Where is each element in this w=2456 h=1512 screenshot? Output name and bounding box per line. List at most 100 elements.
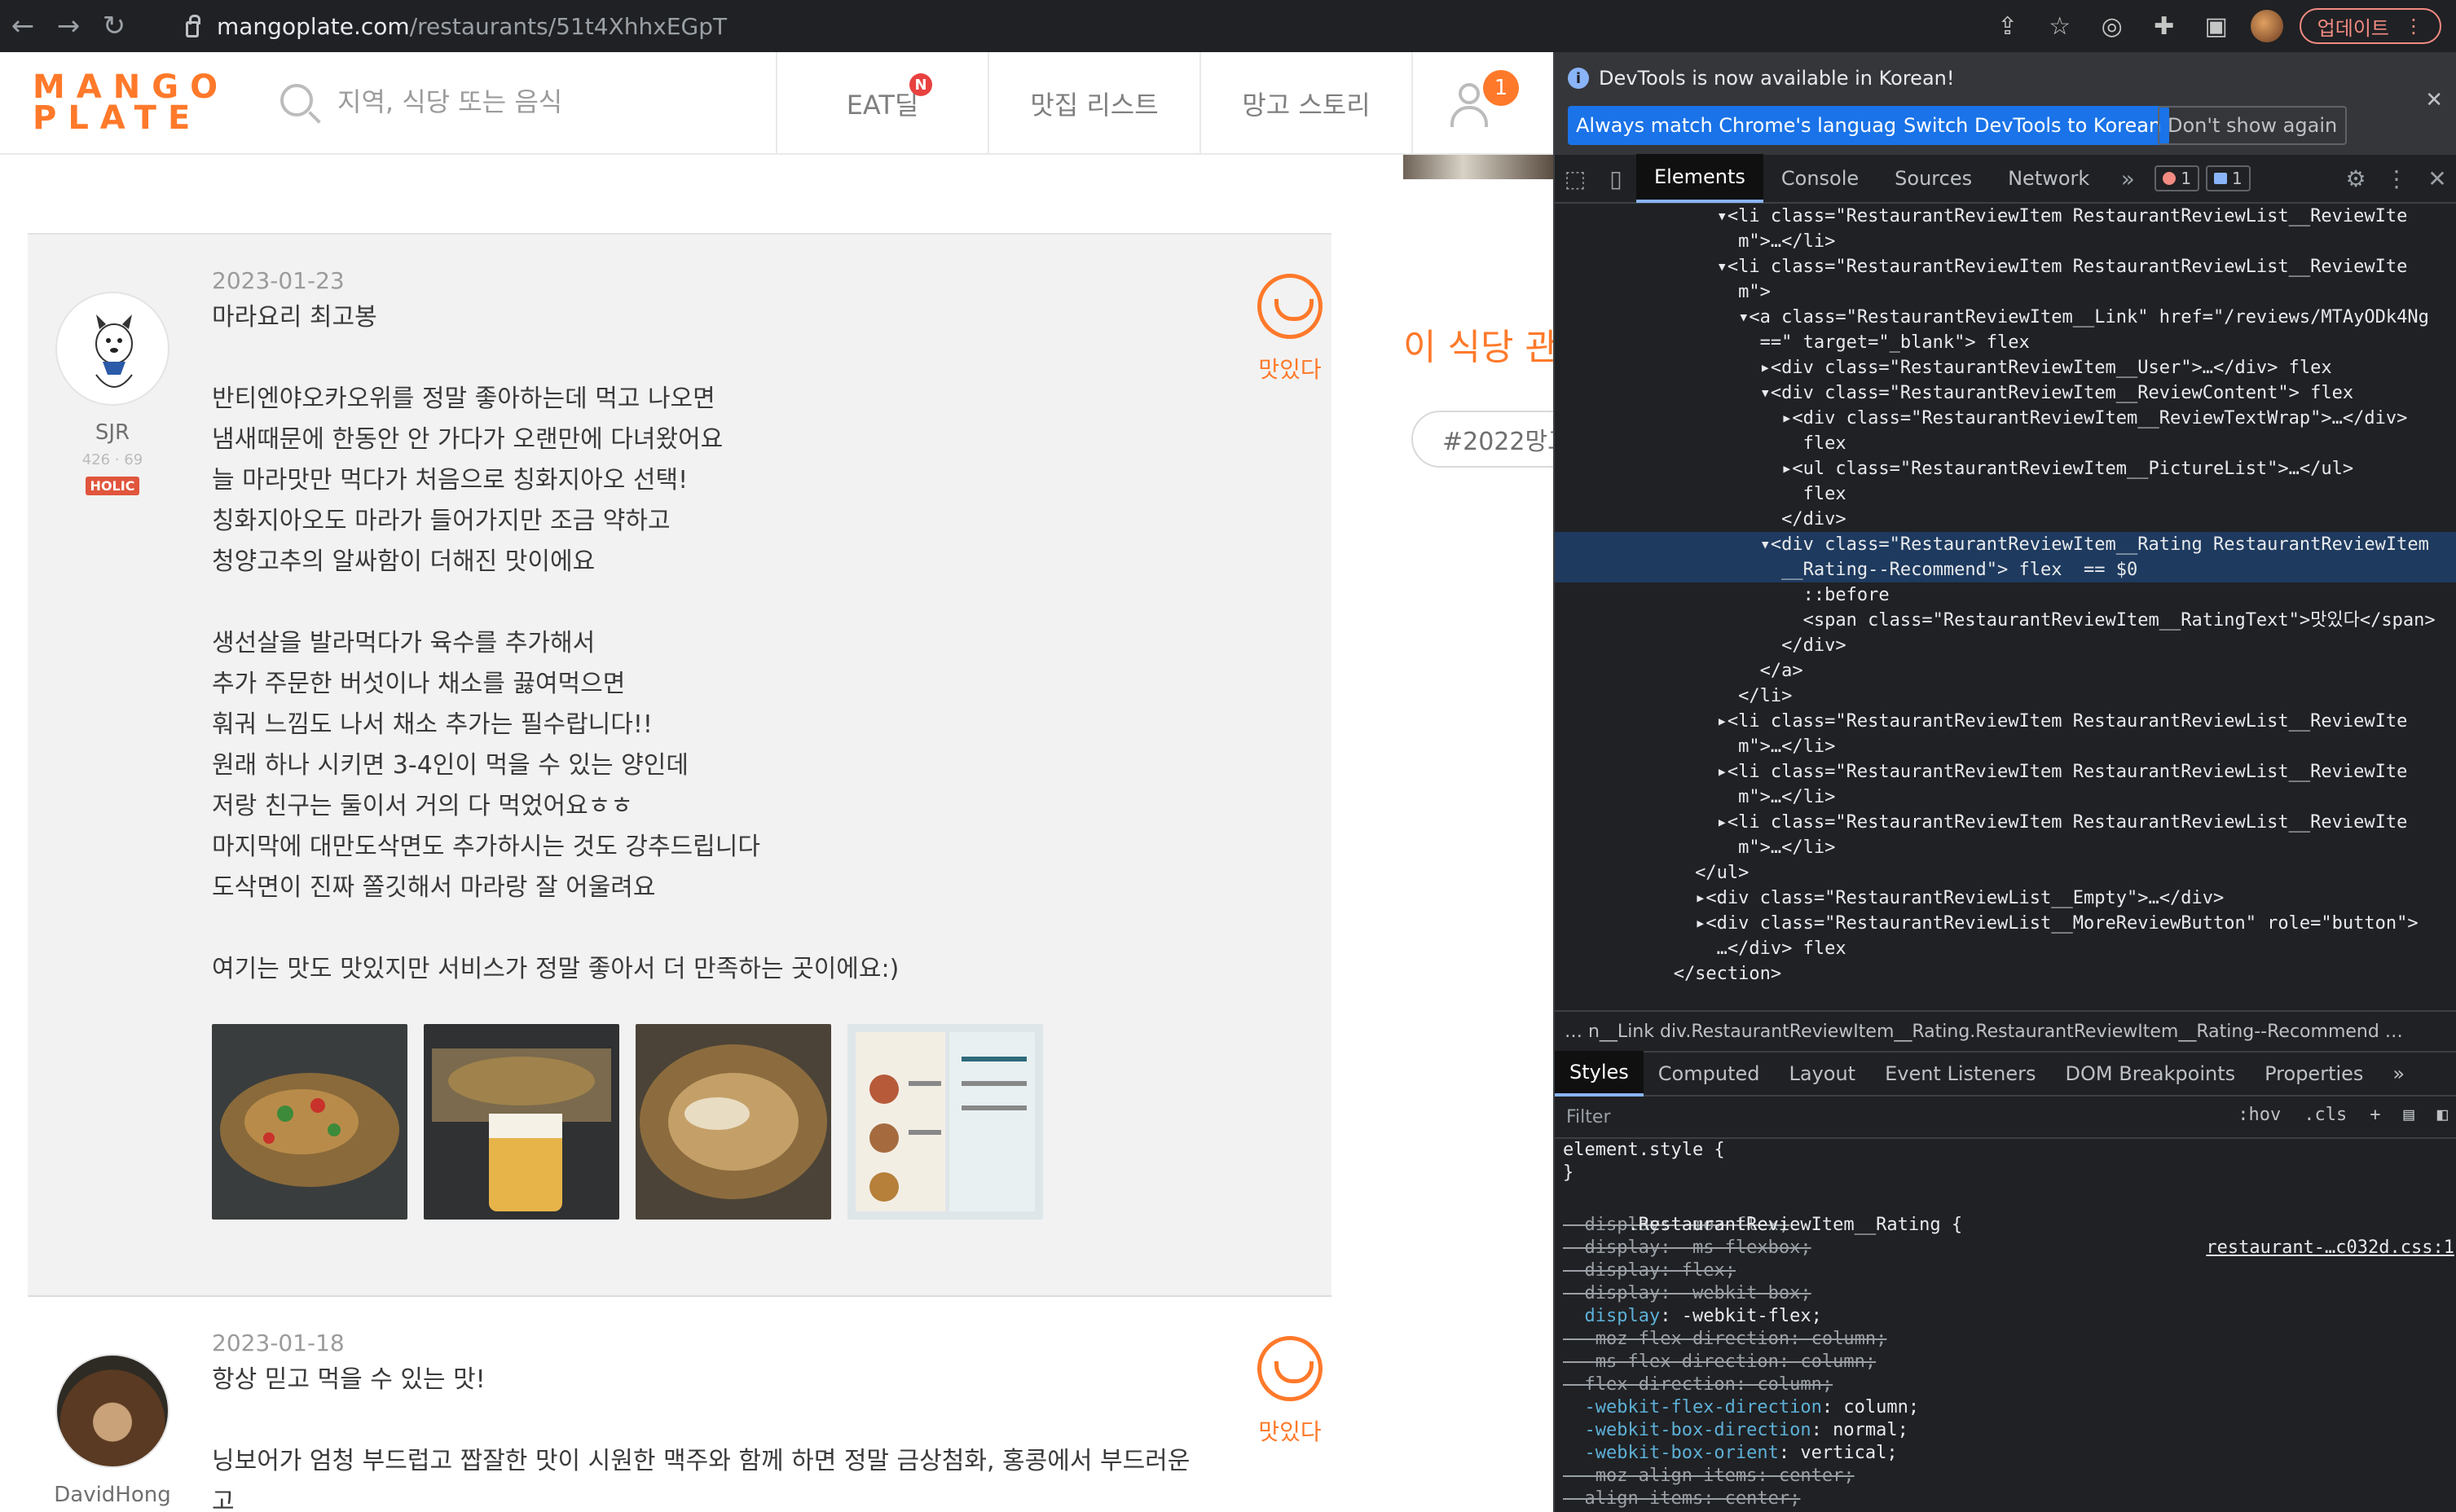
review-item[interactable]: DavidHong 2023-01-18 항상 믿고 먹을 수 있는 맛! 닝보…: [28, 1297, 1331, 1512]
close-devtools-icon[interactable]: ✕: [2417, 154, 2456, 203]
side-panel-icon[interactable]: ▣: [2199, 8, 2234, 44]
dom-node-line[interactable]: ▾<div class="RestaurantReviewItem__Ratin…: [1555, 532, 2456, 557]
css-declaration[interactable]: -webkit-flex-direction: column;: [1563, 1396, 2456, 1419]
mangoplate-logo[interactable]: MANGO PLATE: [33, 71, 218, 137]
share-icon[interactable]: ⇪: [1990, 8, 2026, 44]
hashtag-chip[interactable]: #2022망고: [1411, 411, 1553, 468]
review-photo[interactable]: [212, 1024, 407, 1220]
dom-node-line[interactable]: …</div> flex: [1555, 936, 2456, 961]
css-declaration[interactable]: flex-direction: column;: [1563, 1374, 2456, 1396]
dom-node-line[interactable]: m">: [1555, 279, 2456, 305]
dom-node-line[interactable]: m">…</li>: [1555, 229, 2456, 254]
extension-icon[interactable]: ◎: [2094, 8, 2130, 44]
more-subtabs-icon[interactable]: »: [2378, 1051, 2419, 1097]
cls-toggle[interactable]: .cls: [2304, 1105, 2347, 1125]
match-language-button[interactable]: Always match Chrome's language: [1568, 106, 1917, 145]
dom-node-line[interactable]: ▸<li class="RestaurantReviewItem Restaur…: [1555, 709, 2456, 734]
address-bar[interactable]: mangoplate.com/restaurants/51t4XhhxEGpT: [171, 7, 2110, 46]
rule-selector[interactable]: .RestaurantReviewItem__Rating {: [1627, 1215, 1962, 1235]
subtab-dom-breakpoints[interactable]: DOM Breakpoints: [2051, 1051, 2251, 1097]
dom-node-line[interactable]: ▸<div class="RestaurantReviewItem__Revie…: [1555, 406, 2456, 431]
dom-node-line[interactable]: ▸<div class="RestaurantReviewItem__User"…: [1555, 355, 2456, 380]
error-count-badge[interactable]: 1: [2155, 165, 2200, 191]
dom-node-line[interactable]: </ul>: [1555, 860, 2456, 886]
puzzle-icon[interactable]: ✚: [2146, 8, 2182, 44]
close-icon[interactable]: ✕: [2425, 88, 2443, 112]
subtab-styles[interactable]: Styles: [1555, 1051, 1644, 1097]
nav-mango-story[interactable]: 망고 스토리: [1199, 52, 1411, 155]
dom-node-line[interactable]: </a>: [1555, 658, 2456, 683]
dom-node-line[interactable]: ▸<li class="RestaurantReviewItem Restaur…: [1555, 759, 2456, 785]
dom-node-line[interactable]: m">…</li>: [1555, 734, 2456, 759]
review-item[interactable]: SJR 426 · 69 HOLIC 2023-01-23 마라요리 최고봉 반…: [28, 233, 1331, 1297]
dom-node-line[interactable]: </section>: [1555, 961, 2456, 987]
nav-restaurant-list[interactable]: 맛집 리스트: [988, 52, 1199, 155]
css-declaration[interactable]: -moz-align-items: center;: [1563, 1465, 2456, 1488]
inspect-icon[interactable]: ⬚: [1555, 154, 1596, 203]
dom-node-line[interactable]: m">…</li>: [1555, 835, 2456, 860]
toggle-sidebar-icon[interactable]: ◧: [2437, 1105, 2448, 1125]
switch-korean-button[interactable]: Switch DevTools to Korean: [1895, 106, 2170, 145]
dom-node-line[interactable]: __Rating--Recommend"> flex == $0: [1555, 557, 2456, 582]
dom-node-line[interactable]: flex: [1555, 431, 2456, 456]
add-rule-icon[interactable]: +: [2370, 1105, 2380, 1125]
dom-node-line[interactable]: </div>: [1555, 507, 2456, 532]
message-count-badge[interactable]: 1: [2206, 165, 2251, 191]
element-style-selector[interactable]: element.style {: [1563, 1139, 2456, 1162]
hov-toggle[interactable]: :hov: [2238, 1105, 2281, 1125]
profile-avatar[interactable]: [2250, 10, 2283, 42]
dom-node-line[interactable]: m">…</li>: [1555, 785, 2456, 810]
css-declaration[interactable]: display: flex;: [1563, 1259, 2456, 1282]
dom-node-line[interactable]: ▸<ul class="RestaurantReviewItem__Pictur…: [1555, 456, 2456, 481]
css-declaration[interactable]: display: -webkit-box;: [1563, 1282, 2456, 1305]
rule-source-link[interactable]: restaurant-…c032d.css:1: [2206, 1237, 2454, 1259]
css-declaration[interactable]: -webkit-box-direction: normal;: [1563, 1419, 2456, 1442]
forward-arrow-icon[interactable]: →: [46, 3, 91, 49]
search-box[interactable]: 지역, 식당 또는 음식: [280, 81, 562, 119]
tab-elements[interactable]: Elements: [1636, 154, 1763, 203]
dom-node-line[interactable]: flex: [1555, 481, 2456, 507]
review-photo[interactable]: [636, 1024, 831, 1220]
elements-tree[interactable]: ▾<li class="RestaurantReviewItem Restaur…: [1555, 204, 2456, 1010]
css-declaration[interactable]: -ms-flex-direction: column;: [1563, 1351, 2456, 1374]
css-declaration[interactable]: -moz-flex-direction: column;: [1563, 1328, 2456, 1351]
subtab-event-listeners[interactable]: Event Listeners: [1870, 1051, 2050, 1097]
breadcrumb[interactable]: … n__Link div.RestaurantReviewItem__Rati…: [1555, 1010, 2456, 1051]
dom-node-line[interactable]: <span class="RestaurantReviewItem__Ratin…: [1555, 608, 2456, 633]
dom-node-line[interactable]: ▾<li class="RestaurantReviewItem Restaur…: [1555, 254, 2456, 279]
tab-network[interactable]: Network: [1990, 154, 2107, 203]
reload-icon[interactable]: ↻: [91, 3, 137, 49]
more-tabs-icon[interactable]: »: [2107, 154, 2148, 203]
subtab-properties[interactable]: Properties: [2250, 1051, 2378, 1097]
kebab-menu-icon[interactable]: ⋮: [2376, 154, 2417, 203]
review-photo[interactable]: [847, 1024, 1043, 1220]
nav-eat-deal[interactable]: EAT딜 N: [776, 52, 988, 155]
dom-node-line[interactable]: ▸<div class="RestaurantReviewList__MoreR…: [1555, 911, 2456, 936]
tab-sources[interactable]: Sources: [1877, 154, 1990, 203]
css-declaration[interactable]: display: -webkit-flex;: [1563, 1305, 2456, 1328]
dom-node-line[interactable]: ▸<li class="RestaurantReviewItem Restaur…: [1555, 810, 2456, 835]
css-declaration[interactable]: -webkit-box-orient: vertical;: [1563, 1442, 2456, 1465]
dom-node-line[interactable]: ▾<div class="RestaurantReviewItem__Revie…: [1555, 380, 2456, 406]
nav-user[interactable]: 1: [1411, 52, 1542, 155]
tab-console[interactable]: Console: [1763, 154, 1877, 203]
side-thumbnail[interactable]: [1403, 155, 1553, 179]
review-user[interactable]: DavidHong: [39, 1354, 186, 1507]
subtab-computed[interactable]: Computed: [1644, 1051, 1775, 1097]
dom-node-line[interactable]: </div>: [1555, 633, 2456, 658]
subtab-layout[interactable]: Layout: [1774, 1051, 1870, 1097]
dom-node-line[interactable]: ==" target="_blank"> flex: [1555, 330, 2456, 355]
dom-node-line[interactable]: ▸<div class="RestaurantReviewList__Empty…: [1555, 886, 2456, 911]
paint-icon[interactable]: ▤: [2404, 1105, 2414, 1125]
back-arrow-icon[interactable]: ←: [0, 3, 46, 49]
dom-node-line[interactable]: ▾<a class="RestaurantReviewItem__Link" h…: [1555, 305, 2456, 330]
device-toolbar-icon[interactable]: ▯: [1596, 154, 1636, 203]
update-button[interactable]: 업데이트 ⋮: [2299, 8, 2441, 44]
review-photo[interactable]: [424, 1024, 619, 1220]
bookmark-star-icon[interactable]: ☆: [2042, 8, 2078, 44]
css-declaration[interactable]: align-items: center;: [1563, 1488, 2456, 1510]
review-user[interactable]: SJR 426 · 69 HOLIC: [39, 292, 186, 495]
dom-node-line[interactable]: ::before: [1555, 582, 2456, 608]
styles-filter[interactable]: Filter :hov .cls + ▤ ◧: [1555, 1097, 2456, 1139]
dont-show-button[interactable]: Don't show again: [2158, 106, 2348, 145]
